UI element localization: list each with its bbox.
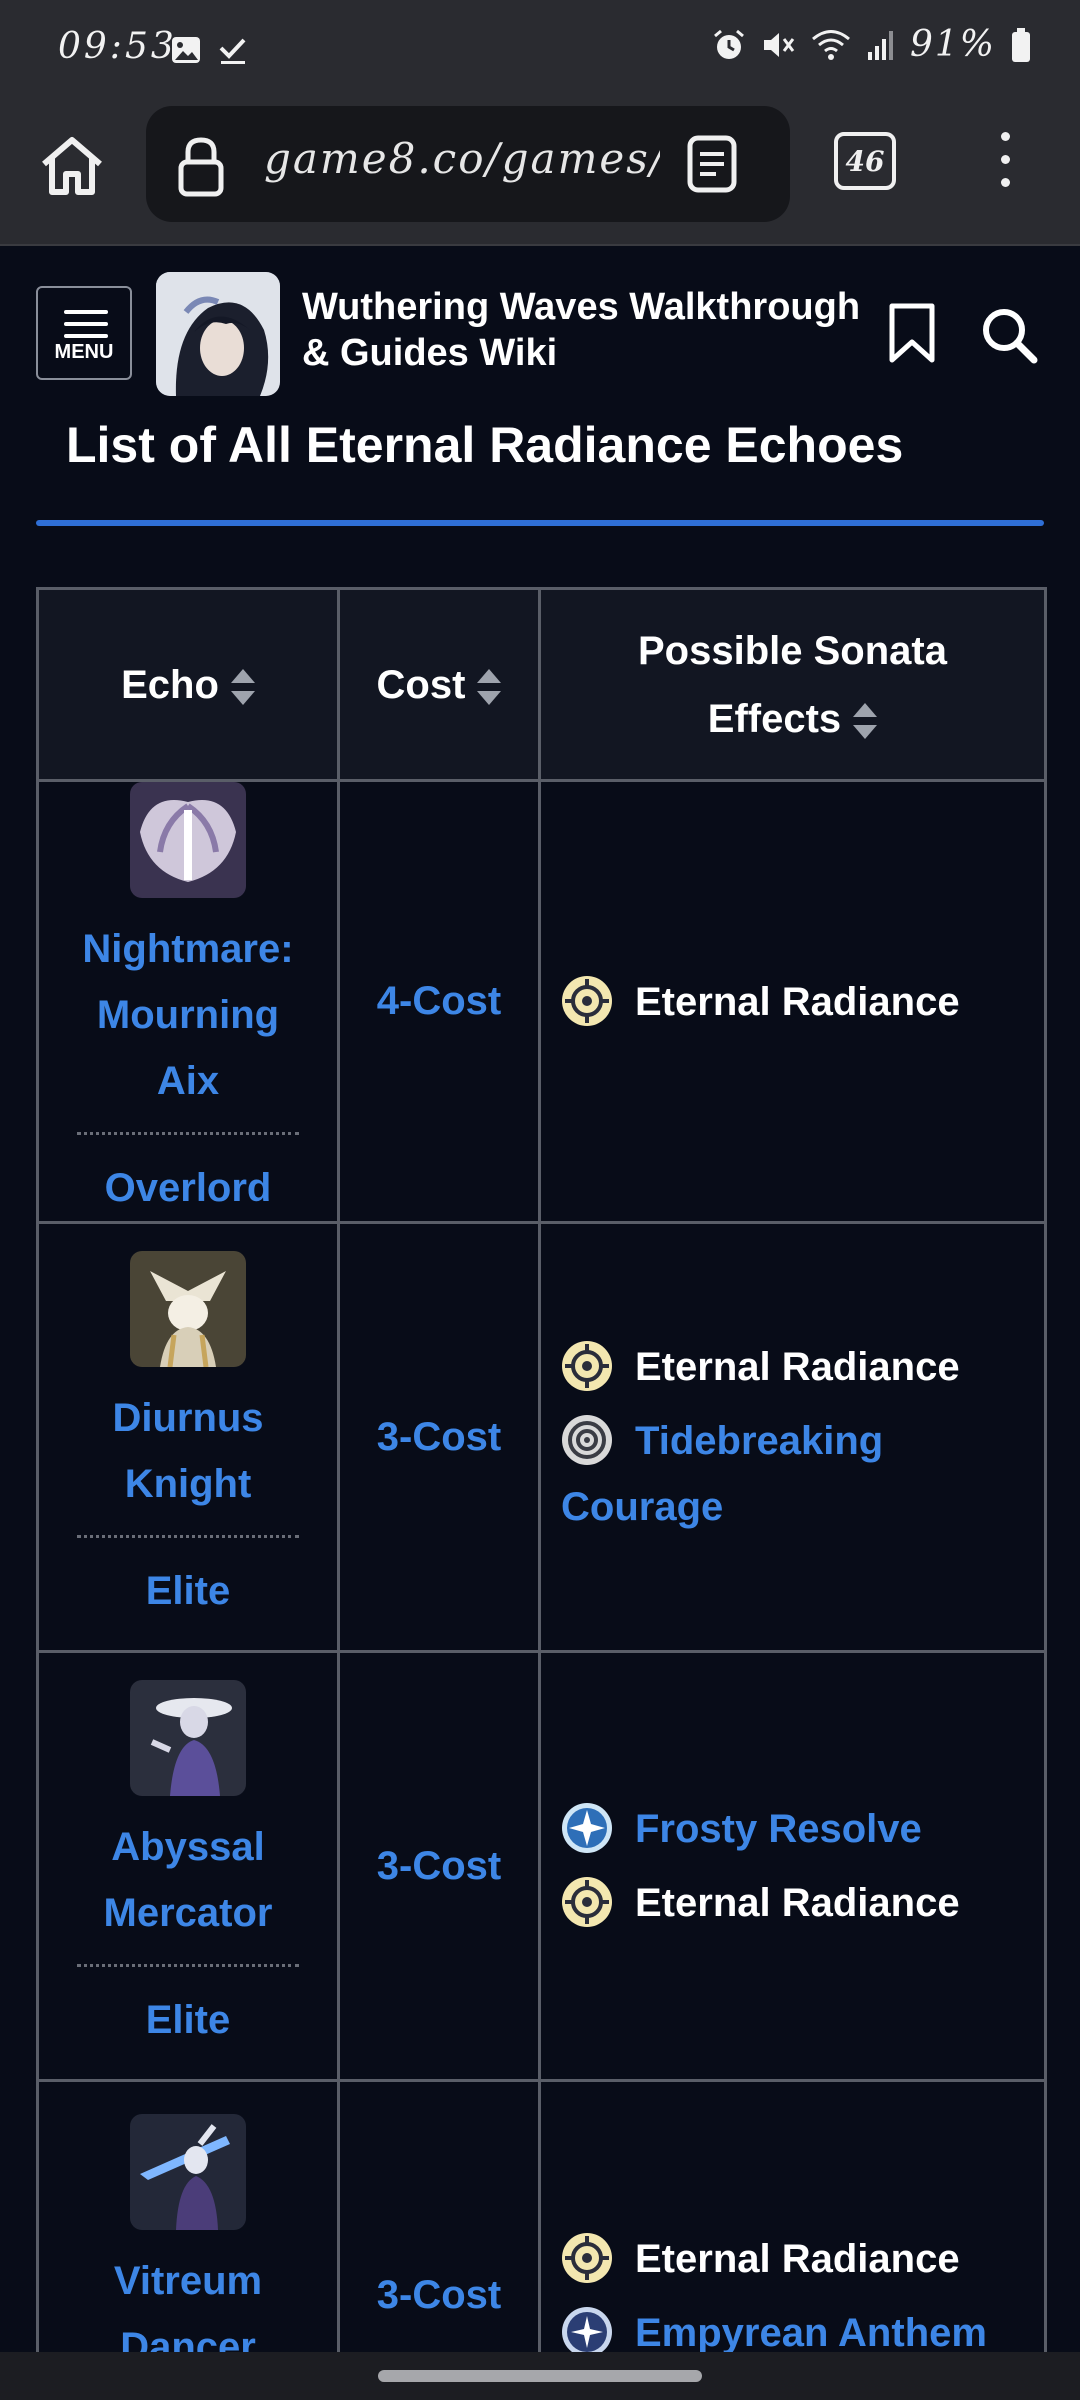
echo-name-line: Abyssal: [111, 1824, 265, 1869]
sonata-label: Eternal Radiance: [635, 1345, 960, 1389]
sonata-item[interactable]: Eternal Radiance: [561, 969, 1024, 1035]
character-portrait-image: [156, 272, 280, 396]
search-icon[interactable]: [978, 304, 1040, 366]
sonata-item[interactable]: Frosty Resolve: [561, 1796, 1024, 1862]
echo-class-link[interactable]: Overlord: [61, 1155, 315, 1221]
echo-name-link[interactable]: Nightmare: Mourning Aix: [61, 916, 315, 1114]
echo-name-line: Nightmare:: [82, 927, 294, 971]
eternal-radiance-icon: [561, 2232, 613, 2284]
echo-name-line: Knight: [124, 1461, 252, 1506]
dotted-divider: [77, 1132, 299, 1135]
sonata-label: Eternal Radiance: [635, 979, 960, 1024]
battery-percent: 91%: [909, 24, 996, 65]
column-header-cost[interactable]: Cost: [337, 587, 541, 782]
tabs-button[interactable]: 46: [834, 132, 896, 190]
table-row: Abyssal Mercator Elite 3-Cost Frosty Res…: [36, 1650, 1047, 2082]
echo-cell: Abyssal Mercator Elite: [36, 1650, 340, 2082]
sonata-cell: Frosty Resolve Eternal Radiance: [538, 1650, 1047, 2082]
tidebreaking-courage-icon: [561, 1414, 613, 1466]
sonata-label: Frosty Resolve: [635, 1807, 922, 1851]
eternal-radiance-icon: [561, 1340, 613, 1392]
more-options-icon[interactable]: [990, 132, 1020, 192]
empyrean-anthem-icon: [561, 2306, 613, 2358]
echo-table: Echo Cost Possible Sonata Effects Nightm…: [36, 587, 1047, 2400]
sort-icon[interactable]: [477, 668, 502, 705]
sort-icon[interactable]: [230, 668, 255, 705]
column-header-cost-label: Cost: [376, 662, 466, 707]
sonata-cell: Eternal Radiance: [538, 779, 1047, 1224]
table-row: Diurnus Knight Elite 3-Cost Eternal Radi…: [36, 1221, 1047, 1653]
dotted-divider: [77, 1534, 299, 1538]
signal-icon: [867, 30, 893, 60]
abyssal-mercator-thumbnail: [130, 1679, 246, 1796]
echo-image[interactable]: [130, 2114, 246, 2230]
eternal-radiance-icon: [561, 975, 613, 1027]
column-header-echo[interactable]: Echo: [36, 587, 340, 782]
section-title: List of All Eternal Radiance Echoes: [66, 417, 904, 473]
column-header-sonata[interactable]: Possible Sonata Effects: [538, 587, 1047, 782]
bookmark-icon[interactable]: [886, 302, 938, 366]
sonata-label: Eternal Radiance: [635, 1881, 960, 1925]
sort-icon[interactable]: [853, 702, 878, 739]
sonata-item[interactable]: Tidebreaking Courage: [561, 1408, 1024, 1540]
echo-image[interactable]: [130, 1679, 246, 1796]
url-text[interactable]: game8.co/games/Wuthering-Waves: [264, 134, 660, 183]
echo-name-link[interactable]: Abyssal Mercator: [61, 1814, 315, 1946]
reader-mode-icon[interactable]: [686, 134, 738, 194]
echo-image[interactable]: [130, 782, 246, 898]
wifi-icon: [812, 29, 850, 60]
echo-class-link[interactable]: Elite: [61, 1987, 315, 2053]
sonata-item[interactable]: Eternal Radiance: [561, 2226, 1024, 2292]
cost-link[interactable]: 3-Cost: [337, 1221, 541, 1653]
alarm-icon: [714, 29, 744, 59]
sonata-item[interactable]: Eternal Radiance: [561, 1870, 1024, 1936]
column-header-sonata-label-2: Effects: [707, 696, 842, 741]
address-bar[interactable]: game8.co/games/Wuthering-Waves: [146, 106, 790, 222]
gesture-handle[interactable]: [378, 2370, 702, 2382]
diurnus-knight-thumbnail: [130, 1250, 246, 1367]
cost-link[interactable]: 3-Cost: [337, 1650, 541, 2082]
echo-name-line: Diurnus: [112, 1395, 264, 1440]
status-time: 09:53: [58, 26, 177, 67]
sonata-label: Eternal Radiance: [635, 2237, 960, 2281]
battery-icon: [1012, 27, 1030, 62]
task-done-notification-icon: [219, 38, 246, 64]
echo-cell: Nightmare: Mourning Aix Overlord: [36, 779, 340, 1224]
menu-label: MENU: [54, 341, 114, 363]
mourning-aix-thumbnail: [130, 782, 246, 898]
echo-name-link[interactable]: Diurnus Knight: [61, 1385, 315, 1517]
status-bar: 09:53 91%: [0, 0, 1080, 100]
table-header-row: Echo Cost Possible Sonata Effects: [36, 587, 1047, 782]
site-title[interactable]: Wuthering Waves Walkthrough & Guides Wik…: [302, 284, 882, 376]
mute-icon: [763, 32, 795, 57]
column-header-echo-label: Echo: [121, 662, 219, 707]
frosty-resolve-icon: [561, 1802, 613, 1854]
site-header: MENU Wuthering Waves Walkthrough & Guide…: [0, 248, 1080, 418]
status-right-group: 91%: [712, 24, 1032, 65]
browser-toolbar: game8.co/games/Wuthering-Waves 46: [0, 100, 1080, 246]
echo-class-link[interactable]: Elite: [61, 1558, 315, 1624]
lock-icon[interactable]: [176, 136, 226, 198]
echo-image[interactable]: [130, 1250, 246, 1367]
echo-cell: Diurnus Knight Elite: [36, 1221, 340, 1653]
eternal-radiance-icon: [561, 1876, 613, 1928]
sonata-label: Empyrean Anthem: [635, 2311, 987, 2355]
column-header-sonata-label: Possible Sonata: [638, 628, 947, 673]
sonata-cell: Eternal Radiance Tidebreaking Courage: [538, 1221, 1047, 1653]
dotted-divider: [77, 1963, 299, 1967]
table-row: Nightmare: Mourning Aix Overlord 4-Cost …: [36, 779, 1047, 1224]
navigation-gesture-area: [0, 2352, 1080, 2400]
vitreum-dancer-thumbnail: [130, 2114, 246, 2230]
echo-name-line: Mercator: [103, 1890, 273, 1935]
echo-name-line: Vitreum: [113, 2259, 263, 2303]
echo-name-line: Mourning Aix: [96, 993, 280, 1103]
site-logo[interactable]: [156, 272, 280, 396]
cost-link[interactable]: 4-Cost: [337, 779, 541, 1224]
home-icon[interactable]: [36, 130, 108, 202]
menu-button[interactable]: MENU: [36, 286, 132, 380]
sonata-item[interactable]: Eternal Radiance: [561, 1334, 1024, 1400]
section-divider: [36, 520, 1044, 526]
gallery-notification-icon: [172, 37, 200, 63]
